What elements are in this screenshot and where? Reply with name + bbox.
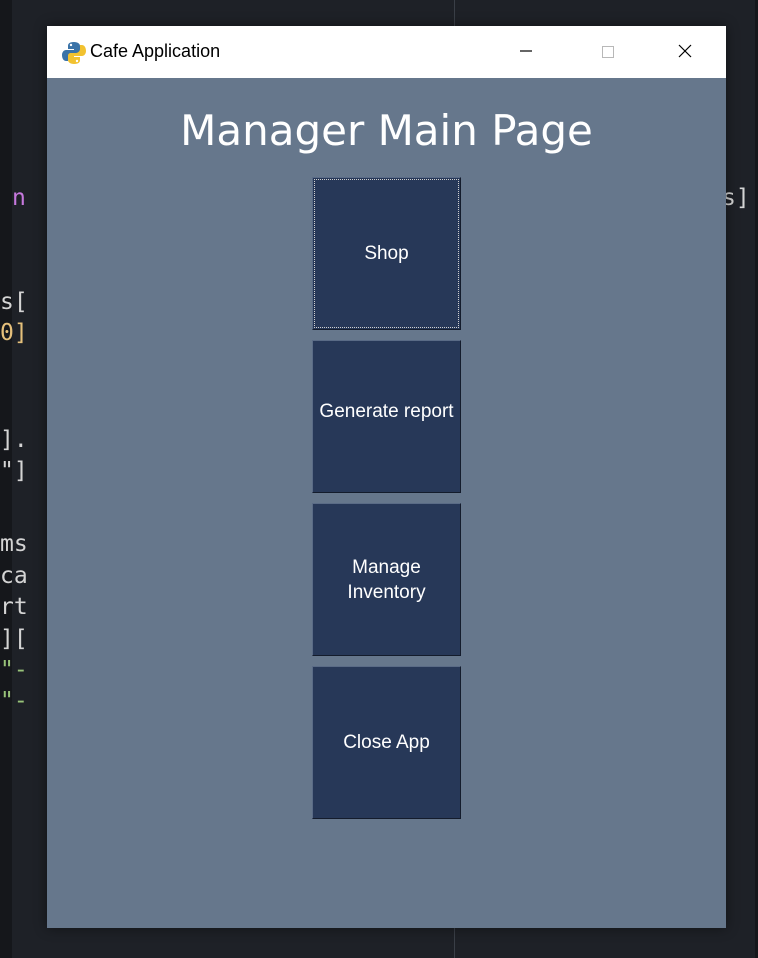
close-window-button[interactable] [650,26,720,78]
code-fragment: rt [0,594,28,620]
manage-inventory-button[interactable]: Manage Inventory [312,503,461,656]
code-fragment: s] [722,185,750,211]
code-fragment: "] [0,458,28,484]
desktop: n s[ 0] ]. "] ms ca rt ][ "- "- s] Cafe … [0,0,758,958]
maximize-icon [602,43,614,62]
code-fragment: ca [0,563,28,589]
generate-report-button[interactable]: Generate report [312,340,461,493]
code-fragment: s[ [0,289,28,315]
close-app-button-label: Close App [343,732,430,753]
close-icon [678,43,692,62]
code-fragment: 0] [0,320,28,346]
code-fragment: "- [0,657,28,683]
code-fragment: n [12,185,40,211]
code-fragment: ms [0,531,28,557]
page-title: Manager Main Page [180,106,593,155]
generate-report-button-label: Generate report [319,401,454,422]
code-fragment: "- [0,688,28,714]
shop-button-label: Shop [364,243,409,264]
minimize-icon [519,43,533,62]
close-app-button[interactable]: Close App [312,666,461,819]
shop-button[interactable]: Shop [312,177,461,330]
python-icon [61,40,87,66]
maximize-button[interactable] [573,26,643,78]
code-fragment: ]. [0,427,28,453]
minimize-button[interactable] [491,26,561,78]
manage-inventory-button-label: Manage Inventory [347,556,426,603]
window-title: Cafe Application [90,41,221,61]
code-fragment: ][ [0,626,28,652]
app-window: Cafe Application Manager Main Page Shop … [47,26,726,928]
window-titlebar[interactable]: Cafe Application [47,26,726,78]
